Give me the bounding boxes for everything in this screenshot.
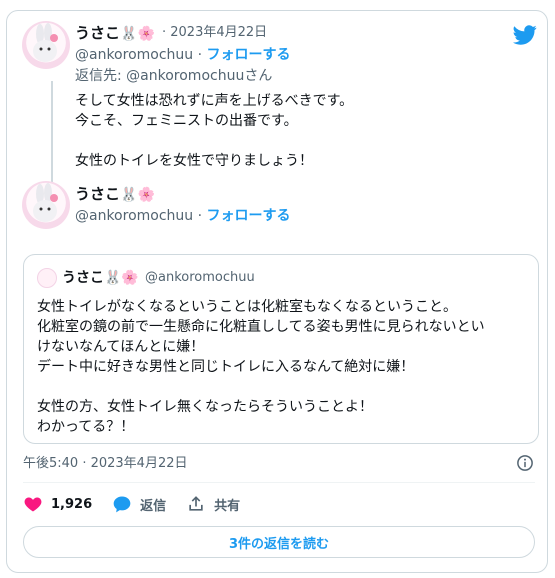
- follow-button[interactable]: フォローする: [207, 47, 291, 63]
- reply-to-handle[interactable]: @ankoromochuu: [126, 68, 244, 84]
- handle-row: @ankoromochuu · フォローする: [75, 208, 291, 224]
- quoted-tweet-text: 女性トイレがなくなるということは化粧室もなくなるということ。 化粧室の鏡の前で一…: [37, 299, 485, 435]
- like-button[interactable]: 1,926: [23, 494, 92, 514]
- quoted-display-name: うさこ🐰🌸: [62, 270, 139, 286]
- share-button[interactable]: 共有: [186, 494, 240, 514]
- handle[interactable]: @ankoromochuu: [75, 47, 193, 63]
- reply-button[interactable]: 返信: [112, 494, 166, 514]
- twitter-bird-icon[interactable]: [513, 23, 537, 47]
- avatar[interactable]: [22, 181, 70, 229]
- reply-bubble-icon: [113, 496, 131, 513]
- quoted-avatar: [37, 268, 57, 288]
- tweet-date-prefix: · 2023年4月22日: [162, 25, 268, 40]
- reply-tweet-text: そして女性は恐れずに声を上げるべきです。 今こそ、フェミニストの出番です。 女性…: [75, 93, 354, 169]
- share-label: 共有: [214, 498, 241, 514]
- info-icon[interactable]: [516, 454, 534, 472]
- tweet-card: うさこ🐰🌸 · 2023年4月22日 @ankoromochuu · フォローす…: [6, 10, 548, 573]
- divider: [23, 482, 535, 483]
- heart-icon: [24, 497, 42, 512]
- tweet-date[interactable]: 2023年4月22日: [170, 25, 267, 40]
- reply-label: 返信: [140, 498, 167, 514]
- avatar[interactable]: [22, 21, 70, 69]
- thread-line: [51, 81, 53, 185]
- rabbit-avatar-icon: [33, 183, 58, 222]
- display-name[interactable]: うさこ🐰🌸: [75, 184, 155, 205]
- reply-to-line: 返信先: @ankoromochuuさん: [75, 68, 273, 84]
- quoted-handle: @ankoromochuu: [145, 270, 255, 285]
- follow-button[interactable]: フォローする: [207, 208, 291, 224]
- display-name[interactable]: うさこ🐰🌸: [75, 23, 155, 44]
- quoted-tweet[interactable]: うさこ🐰🌸 @ankoromochuu 女性トイレがなくなるということは化粧室も…: [23, 254, 539, 444]
- share-icon: [189, 496, 203, 511]
- read-replies-button[interactable]: 3件の返信を読む: [23, 526, 535, 558]
- rabbit-avatar-icon: [33, 23, 58, 62]
- like-count: 1,926: [51, 496, 93, 512]
- action-bar: 1,926 返信 共有: [23, 493, 240, 515]
- handle-row: @ankoromochuu · フォローする: [75, 47, 291, 63]
- timestamp[interactable]: 午後5:40 · 2023年4月22日: [23, 455, 188, 473]
- handle[interactable]: @ankoromochuu: [75, 208, 193, 224]
